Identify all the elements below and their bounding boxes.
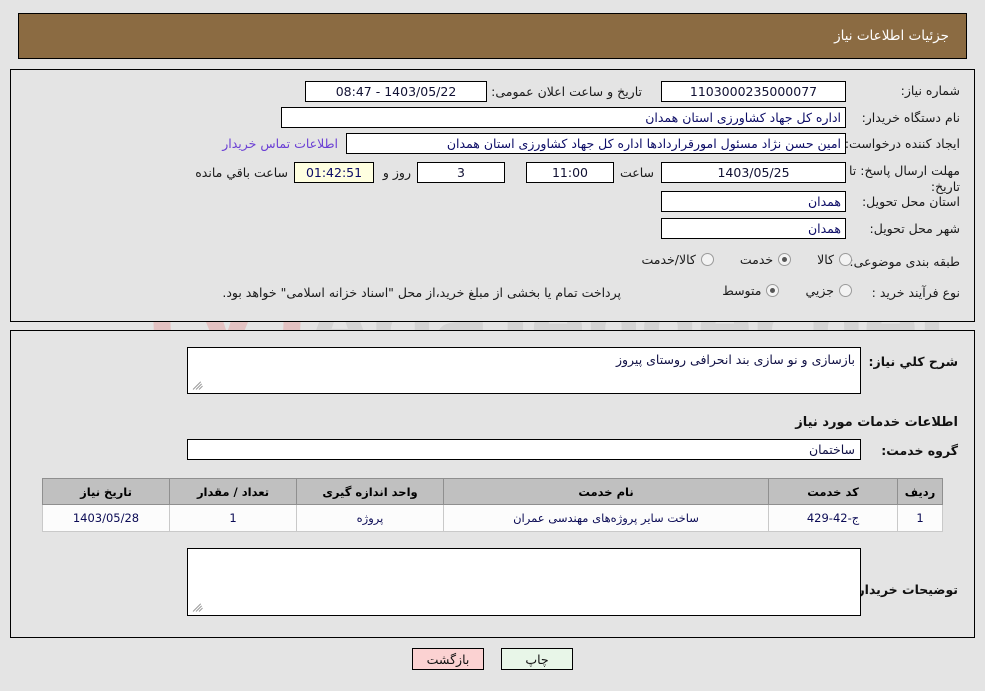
deadline-time-field[interactable]: 11:00 bbox=[526, 162, 614, 183]
service-group-label: گروه خدمت: bbox=[881, 443, 958, 458]
purchase-process-note: پرداخت تمام یا بخشی از مبلغ خرید،از محل … bbox=[222, 285, 621, 300]
cell-service-code: ج-42-429 bbox=[768, 504, 898, 532]
radio-kala-khedmat-icon[interactable] bbox=[700, 253, 714, 266]
print-button[interactable]: چاپ bbox=[501, 648, 573, 670]
category-option-kala-label: کالا bbox=[817, 252, 834, 267]
general-description-textarea[interactable]: بازسازی و نو سازی بند انحرافی روستای پیر… bbox=[187, 347, 861, 394]
general-description-label: شرح کلي نیاز: bbox=[868, 354, 958, 369]
back-button[interactable]: بازگشت bbox=[412, 648, 484, 670]
col-service-code: کد خدمت bbox=[768, 478, 898, 505]
delivery-city-field[interactable]: همدان bbox=[661, 218, 846, 239]
col-row-no: ردیف bbox=[897, 478, 943, 505]
creator-label: ایجاد کننده درخواست: bbox=[844, 136, 960, 151]
announce-datetime-field[interactable]: 1403/05/22 - 08:47 bbox=[305, 81, 487, 102]
col-need-date: تاریخ نیاز bbox=[42, 478, 170, 505]
resize-grip-icon-2[interactable] bbox=[192, 601, 204, 613]
action-buttons: چاپ بازگشت bbox=[0, 648, 985, 670]
need-summary-panel: شماره نیاز: 1103000235000077 تاریخ و ساع… bbox=[10, 69, 975, 322]
purchase-option-jozei-label: جزیي bbox=[805, 283, 834, 298]
services-section-title: اطلاعات خدمات مورد نیاز bbox=[795, 415, 958, 430]
col-service-name: نام خدمت bbox=[443, 478, 769, 505]
remaining-days-field[interactable]: 3 bbox=[417, 162, 505, 183]
category-radio-group: کالا خدمت کالا/خدمت bbox=[615, 252, 852, 267]
need-number-label: شماره نیاز: bbox=[900, 83, 960, 98]
remaining-days-suffix: روز و bbox=[382, 165, 411, 180]
need-details-page: AriaTender.net جزئیات اطلاعات نیاز شماره… bbox=[0, 0, 985, 691]
general-description-value: بازسازی و نو سازی بند انحرافی روستای پیر… bbox=[615, 352, 855, 367]
cell-row-no: 1 bbox=[897, 504, 943, 532]
purchase-option-motevasset[interactable]: متوسط bbox=[722, 283, 780, 298]
buyer-contact-link[interactable]: اطلاعات تماس خریدار bbox=[222, 136, 338, 151]
radio-khedmat-icon[interactable] bbox=[778, 253, 792, 266]
cell-unit: پروژه bbox=[296, 504, 444, 532]
category-option-khedmat[interactable]: خدمت bbox=[739, 252, 792, 267]
deadline-date-field[interactable]: 1403/05/25 bbox=[661, 162, 846, 183]
radio-motevasset-icon[interactable] bbox=[766, 284, 780, 297]
delivery-province-field[interactable]: همدان bbox=[661, 191, 846, 212]
radio-kala-icon[interactable] bbox=[839, 253, 852, 266]
purchase-process-label: نوع فرآیند خرید : bbox=[871, 285, 960, 300]
cell-need-date: 1403/05/28 bbox=[42, 504, 170, 532]
purchase-option-motevasset-label: متوسط bbox=[722, 283, 762, 298]
delivery-city-label: شهر محل تحویل: bbox=[869, 221, 960, 236]
buyer-notes-label: توضیحات خریدار: bbox=[852, 582, 958, 597]
page-title: جزئیات اطلاعات نیاز bbox=[834, 28, 949, 44]
buyer-notes-textarea[interactable] bbox=[187, 548, 861, 616]
cell-service-name: ساخت سایر پروژه‌های مهندسی عمران bbox=[443, 504, 769, 532]
countdown-suffix: ساعت باقي مانده bbox=[195, 165, 288, 180]
category-label: طبقه بندی موضوعی: bbox=[849, 254, 960, 269]
table-row[interactable]: 1 ج-42-429 ساخت سایر پروژه‌های مهندسی عم… bbox=[42, 504, 943, 532]
deadline-time-label: ساعت bbox=[619, 165, 654, 180]
delivery-province-label: استان محل تحویل: bbox=[861, 194, 960, 209]
buyer-org-field[interactable]: اداره کل جهاد کشاورزی استان همدان bbox=[281, 107, 846, 128]
cell-quantity: 1 bbox=[169, 504, 297, 532]
purchase-process-radio-group: جزیي متوسط bbox=[696, 283, 852, 298]
category-option-khedmat-label: خدمت bbox=[739, 252, 774, 267]
page-title-bar: جزئیات اطلاعات نیاز bbox=[18, 13, 967, 59]
radio-jozei-icon[interactable] bbox=[839, 284, 852, 297]
creator-field[interactable]: امین حسن نژاد مسئول امورقراردادها اداره … bbox=[346, 133, 846, 154]
col-quantity: تعداد / مقدار bbox=[169, 478, 297, 505]
col-unit: واحد اندازه گیری bbox=[296, 478, 444, 505]
category-option-kala-khedmat-label: کالا/خدمت bbox=[641, 252, 696, 267]
countdown-timer-field: 01:42:51 bbox=[294, 162, 374, 183]
announce-datetime-label: تاریخ و ساعت اعلان عمومی: bbox=[491, 84, 642, 99]
need-number-field[interactable]: 1103000235000077 bbox=[661, 81, 846, 102]
category-option-kala-khedmat[interactable]: کالا/خدمت bbox=[641, 252, 714, 267]
table-header-row: ردیف کد خدمت نام خدمت واحد اندازه گیری ت… bbox=[42, 478, 943, 505]
category-option-kala[interactable]: کالا bbox=[817, 252, 852, 267]
deadline-label: مهلت ارسال پاسخ: تا تاریخ: bbox=[849, 163, 960, 194]
resize-grip-icon[interactable] bbox=[192, 379, 204, 391]
buyer-org-label: نام دستگاه خریدار: bbox=[861, 110, 960, 125]
service-group-value: ساختمان bbox=[809, 442, 855, 457]
need-number-row: شماره نیاز: bbox=[850, 83, 960, 98]
service-group-field[interactable]: ساختمان bbox=[187, 439, 861, 460]
services-table: ردیف کد خدمت نام خدمت واحد اندازه گیری ت… bbox=[42, 478, 943, 532]
purchase-option-jozei[interactable]: جزیي bbox=[805, 283, 852, 298]
